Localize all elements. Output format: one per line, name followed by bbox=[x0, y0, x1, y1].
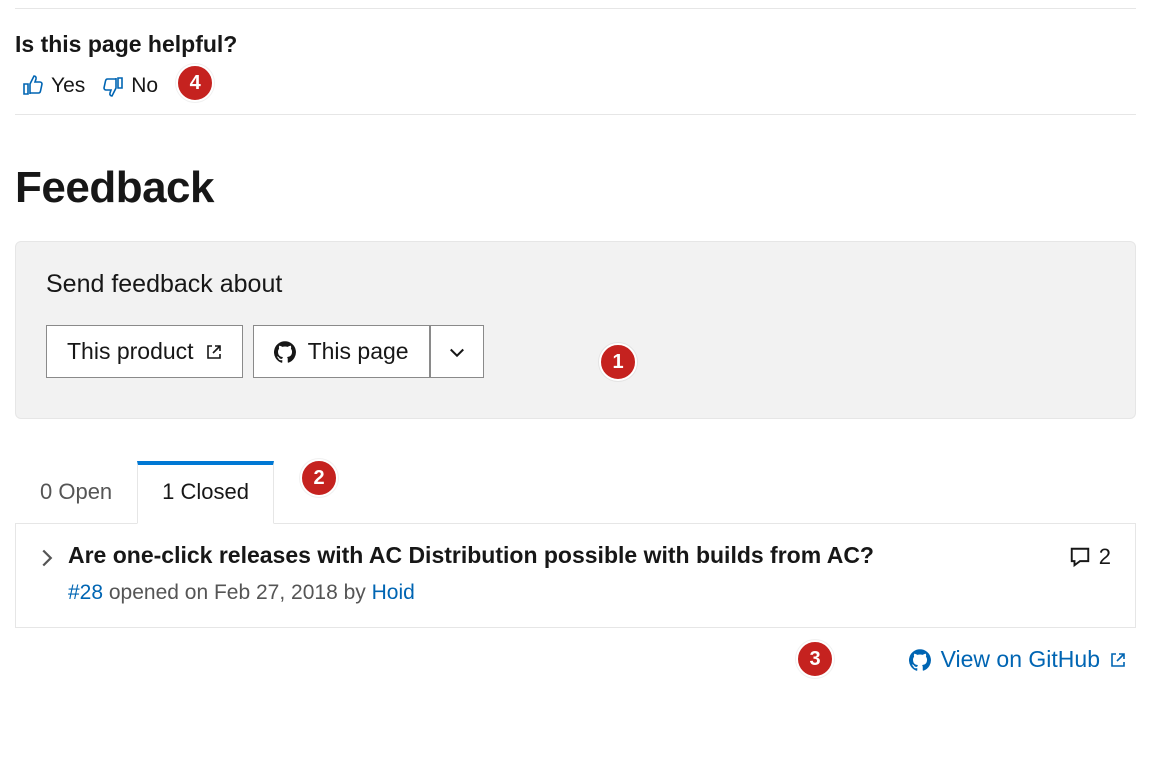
this-page-label: This page bbox=[308, 338, 409, 365]
top-divider bbox=[15, 8, 1136, 9]
issue-tabs: 0 Open 1 Closed 2 bbox=[15, 461, 1136, 524]
no-button[interactable]: No bbox=[95, 72, 164, 100]
this-page-dropdown-button[interactable] bbox=[430, 325, 484, 378]
issue-author[interactable]: Hoid bbox=[372, 581, 415, 604]
no-label: No bbox=[131, 74, 158, 98]
chevron-right-icon bbox=[40, 548, 54, 568]
marker-4: 4 bbox=[176, 64, 214, 102]
issues-list: Are one-click releases with AC Distribut… bbox=[15, 523, 1136, 628]
issue-meta: #28 opened on Feb 27, 2018 by Hoid bbox=[68, 581, 1055, 605]
yes-button[interactable]: Yes bbox=[15, 72, 91, 100]
yes-label: Yes bbox=[51, 74, 85, 98]
this-page-split-button: This page bbox=[253, 325, 484, 378]
issue-title: Are one-click releases with AC Distribut… bbox=[68, 542, 1055, 569]
send-feedback-label: Send feedback about bbox=[46, 270, 1105, 299]
this-product-label: This product bbox=[67, 338, 194, 365]
thumbs-down-icon bbox=[101, 74, 125, 98]
github-icon bbox=[909, 649, 931, 671]
tab-open[interactable]: 0 Open bbox=[15, 464, 137, 524]
view-on-github-label: View on GitHub bbox=[941, 646, 1100, 673]
external-link-icon bbox=[206, 344, 222, 360]
tab-closed[interactable]: 1 Closed bbox=[137, 461, 274, 524]
feedback-card: Send feedback about This product This pa… bbox=[15, 241, 1136, 419]
this-page-button[interactable]: This page bbox=[253, 325, 430, 378]
this-product-button[interactable]: This product bbox=[46, 325, 243, 378]
feedback-heading: Feedback bbox=[15, 163, 1136, 213]
issue-row[interactable]: Are one-click releases with AC Distribut… bbox=[16, 524, 1135, 627]
issue-number[interactable]: #28 bbox=[68, 581, 103, 604]
marker-2: 2 bbox=[300, 459, 338, 497]
view-on-github-link[interactable]: View on GitHub bbox=[909, 646, 1126, 673]
helpful-row: Yes No 4 bbox=[15, 72, 1136, 115]
thumbs-up-icon bbox=[21, 74, 45, 98]
helpful-heading: Is this page helpful? bbox=[15, 31, 1136, 58]
feedback-buttons-row: This product This page 1 bbox=[46, 325, 1105, 378]
chevron-down-icon bbox=[447, 342, 467, 362]
external-link-icon bbox=[1110, 652, 1126, 668]
github-icon bbox=[274, 341, 296, 363]
marker-3: 3 bbox=[796, 640, 834, 678]
issue-meta-text: opened on Feb 27, 2018 by bbox=[103, 581, 372, 604]
footer-row: 3 View on GitHub bbox=[15, 646, 1136, 673]
comments-number: 2 bbox=[1099, 544, 1111, 570]
comments-count: 2 bbox=[1069, 544, 1111, 570]
marker-1: 1 bbox=[599, 343, 637, 381]
issue-body: Are one-click releases with AC Distribut… bbox=[68, 542, 1055, 605]
comment-icon bbox=[1069, 546, 1091, 568]
